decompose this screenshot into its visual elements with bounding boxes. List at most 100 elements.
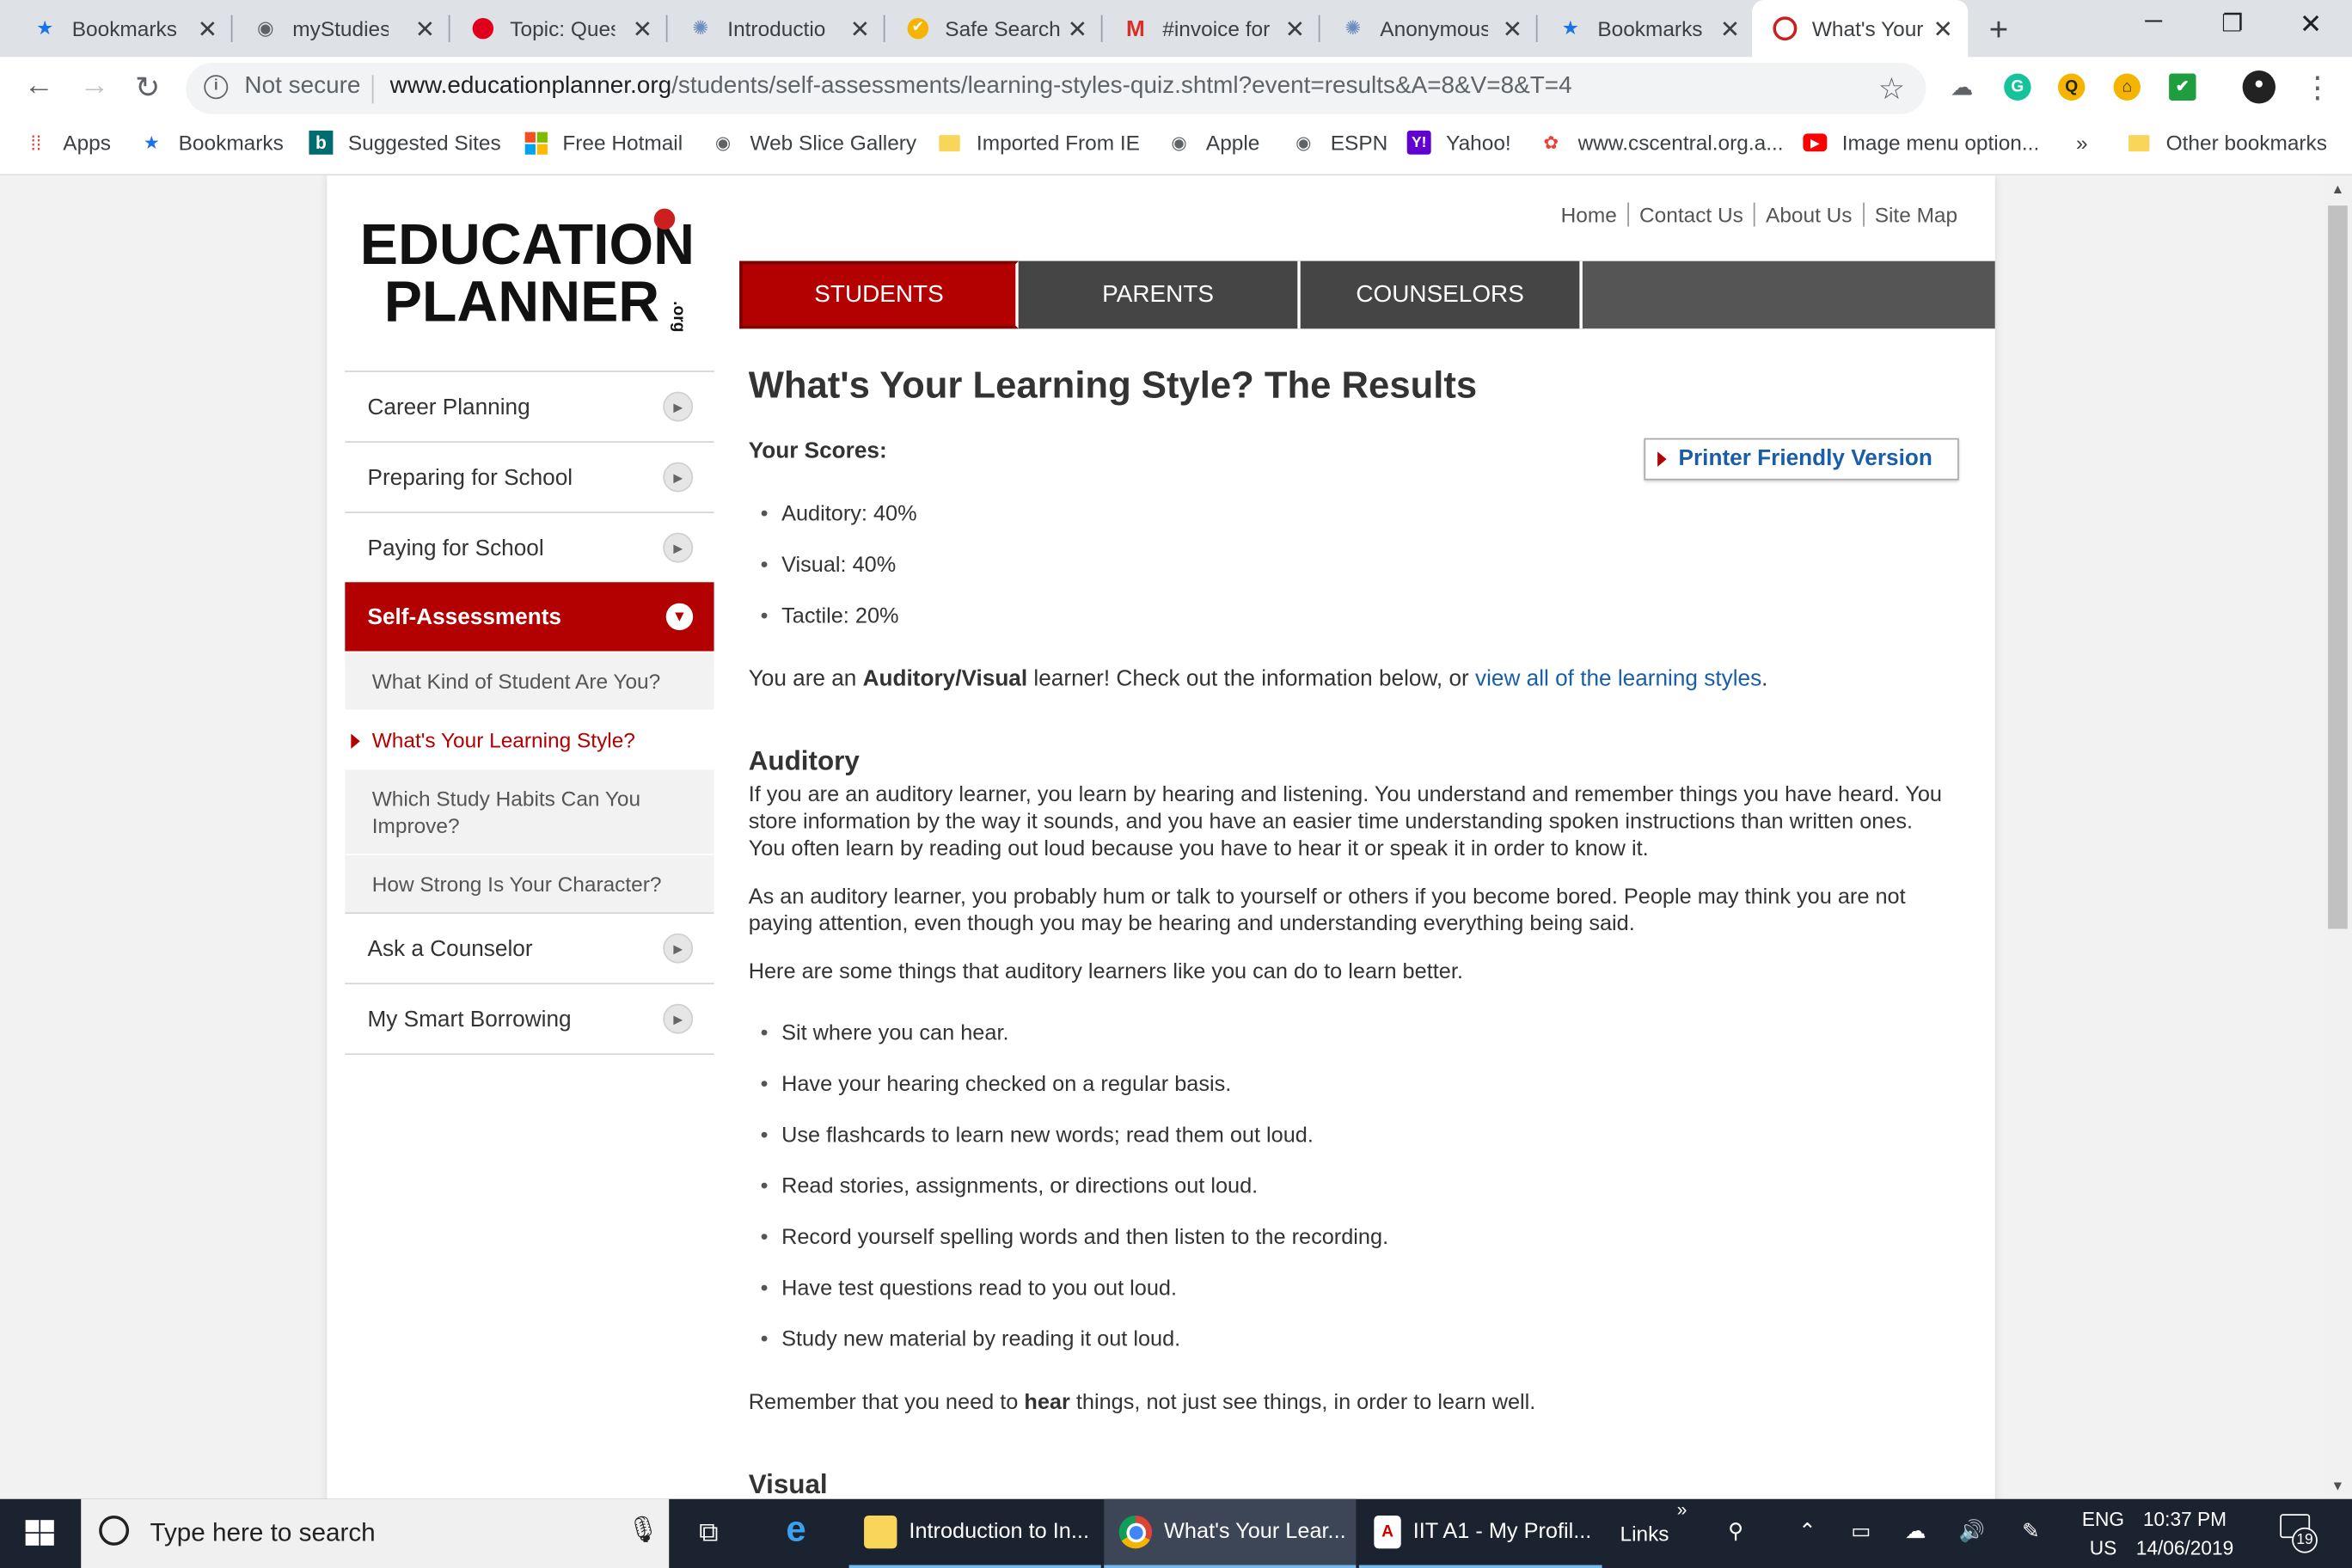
battery-icon[interactable]: ▭	[1851, 1518, 1871, 1544]
links-toolbar-label[interactable]: Links	[1620, 1522, 1669, 1546]
tip-item: Have your hearing checked on a regular b…	[761, 1059, 1949, 1110]
bookmark-item[interactable]: ◉ Apple	[1167, 131, 1259, 155]
star-icon: ★	[143, 132, 160, 154]
show-hidden-icons-icon[interactable]: ⌃	[1798, 1518, 1816, 1544]
address-bar[interactable]: i Not secure www.educationplanner.org/st…	[186, 63, 1926, 114]
bookmarks-overflow-button[interactable]: »	[2076, 131, 2088, 155]
scroll-down-icon[interactable]: ▼	[2331, 1478, 2345, 1492]
sidebar-subitem-character[interactable]: How Strong Is Your Character?	[345, 854, 714, 913]
bookmark-item[interactable]: ◉ ESPN	[1291, 131, 1387, 155]
sidebar-subitem-student-type[interactable]: What Kind of Student Are You?	[345, 651, 714, 710]
util-link-contact[interactable]: Contact Us	[1627, 202, 1754, 227]
back-icon[interactable]: ←	[24, 69, 54, 103]
sidebar-subitem-learning-style[interactable]: What's Your Learning Style?	[345, 709, 714, 769]
close-icon[interactable]: ✕	[1503, 15, 1522, 45]
grammarly-icon[interactable]: G	[2004, 73, 2031, 101]
forward-icon[interactable]: →	[79, 69, 109, 103]
util-link-sitemap[interactable]: Site Map	[1862, 202, 1969, 227]
bookmark-star-icon[interactable]: ☆	[1878, 70, 1905, 108]
browser-tab[interactable]: M #invoice for ✕	[1103, 0, 1320, 57]
browser-tab[interactable]: ★ Bookmarks ✕	[0, 0, 233, 57]
close-icon[interactable]: ✕	[415, 15, 435, 45]
taskbar-app-chrome[interactable]: What's Your Lear...	[1104, 1498, 1357, 1568]
close-icon[interactable]: ✕	[850, 15, 870, 45]
system-clock[interactable]: 10:37 PM 14/06/2019	[2136, 1505, 2234, 1562]
taskbar-app-label: Introduction to In...	[909, 1520, 1089, 1545]
info-icon[interactable]: i	[204, 75, 229, 100]
site-logo[interactable]: EDUCATION PLANNER .org	[360, 208, 695, 345]
close-icon[interactable]: ✕	[1720, 15, 1740, 45]
bookmark-item[interactable]: Free Hotmail	[524, 131, 683, 155]
browser-tab[interactable]: ✺ Anonymous ✕	[1320, 0, 1538, 57]
tab-label: What's Your	[1811, 16, 1923, 41]
chevron-right-icon[interactable]: »	[1677, 1499, 1687, 1520]
edge-icon[interactable]: e	[786, 1510, 805, 1552]
bookmark-item[interactable]: ★ Bookmarks	[139, 131, 284, 155]
bookmark-item[interactable]: ✿ www.cscentral.org.a...	[1539, 131, 1783, 155]
close-icon[interactable]: ✕	[1285, 15, 1305, 45]
browser-tab[interactable]: ✔ Safe Search ✕	[885, 0, 1103, 57]
view-all-styles-link[interactable]: view all of the learning styles	[1475, 666, 1761, 692]
people-icon[interactable]: ⚲	[1728, 1518, 1743, 1544]
extension-icon[interactable]: ☁	[1949, 74, 1975, 101]
nav-parents[interactable]: PARENTS	[1018, 260, 1301, 329]
close-window-button[interactable]: ✕	[2300, 9, 2322, 40]
windows-start-icon[interactable]	[25, 1520, 56, 1547]
browser-tab-active[interactable]: What's Your ✕	[1752, 0, 1969, 58]
check-extension-icon[interactable]: ✔	[2169, 73, 2196, 101]
util-link-home[interactable]: Home	[1550, 203, 1627, 227]
sidebar-item-preparing-for-school[interactable]: Preparing for School ▶	[345, 441, 714, 511]
close-icon[interactable]: ✕	[633, 15, 652, 45]
close-icon[interactable]: ✕	[198, 15, 217, 45]
browser-tab[interactable]: ✺ Introductio ✕	[667, 0, 885, 57]
sidebar-item-ask-a-counselor[interactable]: Ask a Counselor ▶	[345, 912, 714, 983]
bookmark-item[interactable]: Y! Yahoo!	[1406, 130, 1511, 155]
url-text[interactable]: www.educationplanner.org/students/self-a…	[390, 74, 1572, 101]
bookmark-item[interactable]: b Suggested Sites	[309, 130, 501, 155]
volume-icon[interactable]: 🔊	[1959, 1518, 1985, 1544]
bookmark-item[interactable]: ▶ Image menu option...	[1803, 131, 2039, 155]
util-link-about[interactable]: About Us	[1754, 202, 1863, 227]
vertical-scrollbar[interactable]: ▲ ▼	[2323, 175, 2352, 1499]
sidebar-subitem-study-habits[interactable]: Which Study Habits Can You Improve?	[345, 768, 714, 854]
action-center-icon[interactable]: 19	[2280, 1514, 2318, 1553]
bookmark-label: »	[2075, 130, 2088, 155]
reload-icon[interactable]: ↻	[135, 69, 160, 107]
printer-friendly-button[interactable]: Printer Friendly Version	[1644, 438, 1959, 481]
language-indicator[interactable]: ENG US	[2082, 1505, 2124, 1562]
close-icon[interactable]: ✕	[1932, 15, 1952, 45]
sidebar-item-my-smart-borrowing[interactable]: My Smart Borrowing ▶	[345, 983, 714, 1056]
scroll-up-icon[interactable]: ▲	[2331, 181, 2345, 196]
bookmark-item[interactable]: ◉ Web Slice Gallery	[711, 131, 916, 155]
task-view-icon[interactable]: ⧉	[699, 1517, 718, 1549]
bookmark-label: Suggested Sites	[347, 130, 501, 155]
security-label[interactable]: Not secure	[244, 74, 360, 101]
scrollbar-thumb[interactable]	[2328, 205, 2348, 929]
close-icon[interactable]: ✕	[1068, 15, 1087, 45]
taskbar-app-pdf[interactable]: A IIT A1 - My Profil...	[1358, 1499, 1602, 1568]
pen-icon[interactable]: ✎	[2022, 1518, 2039, 1544]
sidebar-item-self-assessments[interactable]: Self-Assessments ▼	[345, 582, 714, 652]
browser-tab[interactable]: ★ Bookmarks ✕	[1538, 0, 1755, 57]
minimize-button[interactable]: ─	[2145, 9, 2162, 35]
browser-tab[interactable]: Topic: Ques ✕	[450, 0, 668, 57]
new-tab-button[interactable]: +	[1989, 10, 2008, 49]
sidebar-item-career-planning[interactable]: Career Planning ▶	[345, 371, 714, 441]
bookmark-folder-other[interactable]: Other bookmarks	[2127, 131, 2327, 155]
menu-icon[interactable]: ⋮	[2302, 69, 2332, 107]
tab-label: Topic: Ques	[510, 16, 616, 41]
profile-avatar[interactable]: ●	[2242, 70, 2276, 104]
nav-students[interactable]: STUDENTS	[739, 260, 1019, 329]
taskbar-search-box[interactable]: Type here to search 🎙	[81, 1498, 670, 1568]
sidebar-item-paying-for-school[interactable]: Paying for School ▶	[345, 511, 714, 582]
taskbar-app-file-explorer[interactable]: Introduction to In...	[848, 1499, 1101, 1568]
bookmark-apps[interactable]: ⁞⁞ Apps	[24, 131, 111, 155]
nav-counselors[interactable]: COUNSELORS	[1300, 260, 1583, 329]
restore-button[interactable]: ❐	[2221, 9, 2243, 39]
bookmark-folder[interactable]: Imported From IE	[938, 131, 1140, 155]
home-extension-icon[interactable]: ⌂	[2113, 73, 2141, 101]
browser-tab[interactable]: ◉ myStudies ✕	[232, 0, 450, 57]
microphone-icon[interactable]: 🎙	[627, 1516, 659, 1546]
search-extension-icon[interactable]: Q	[2058, 73, 2086, 101]
onedrive-cloud-icon[interactable]: ☁	[1905, 1518, 1926, 1544]
